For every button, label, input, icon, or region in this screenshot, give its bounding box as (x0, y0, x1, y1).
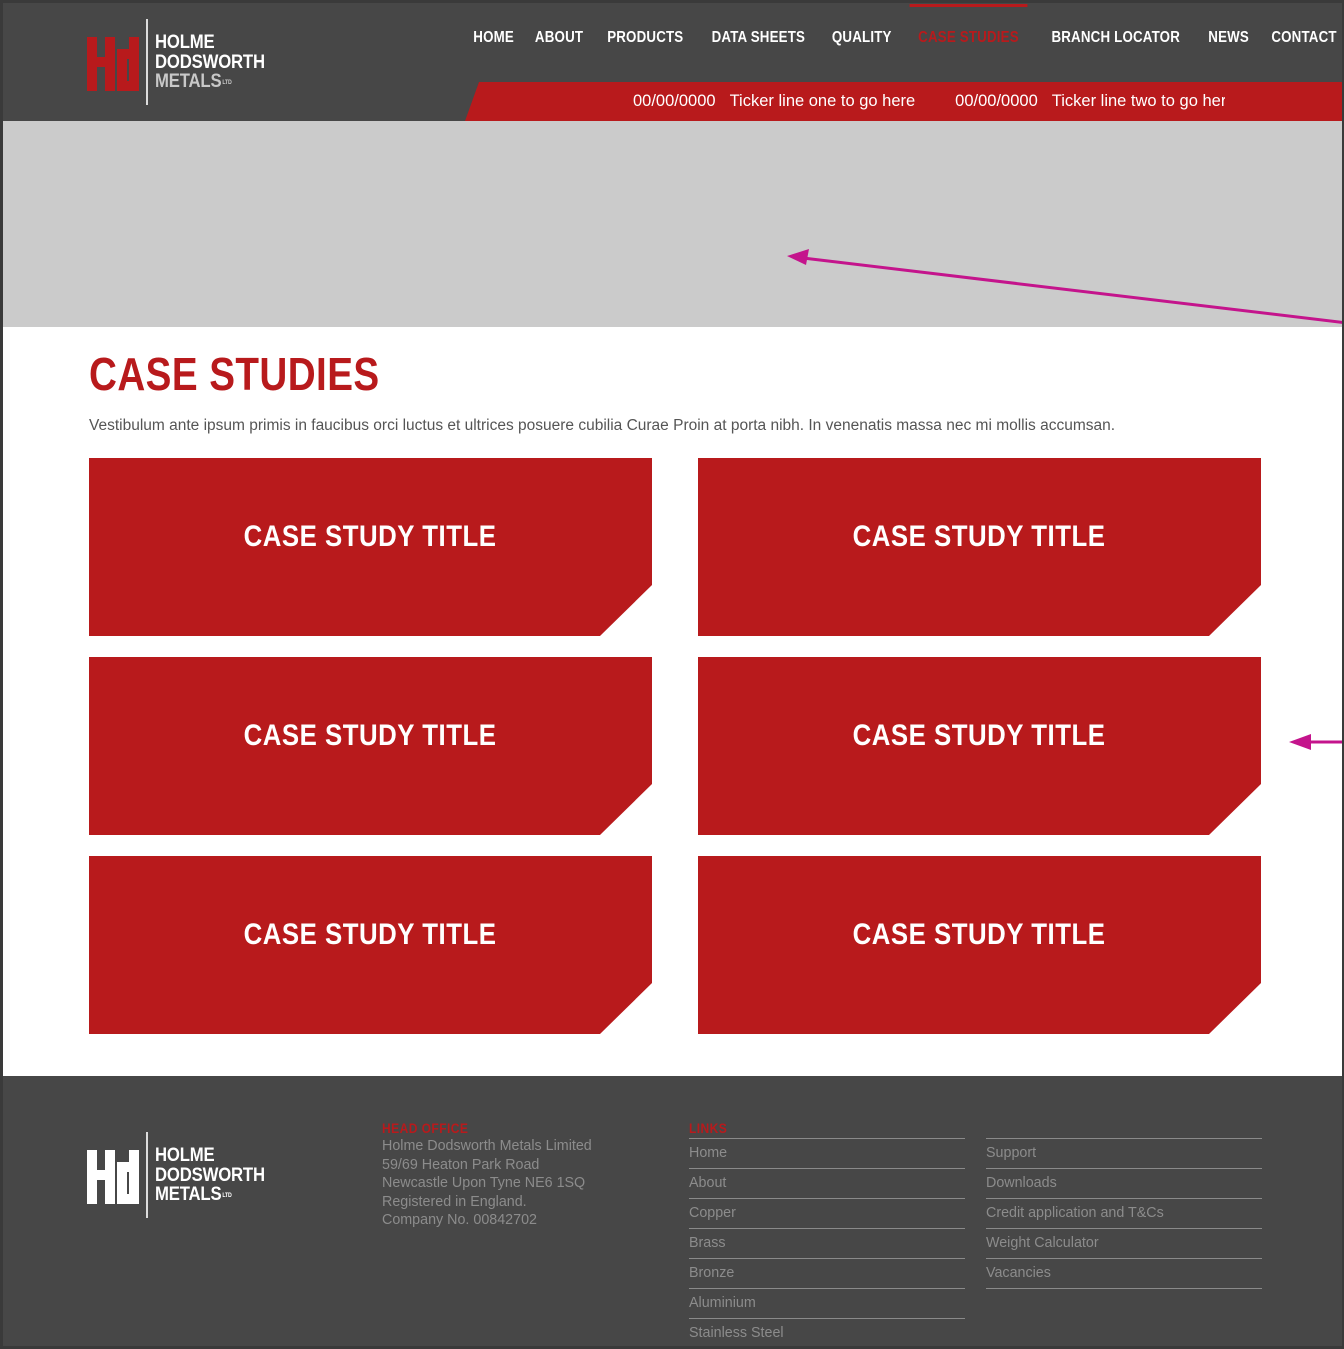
address-line: Company No. 00842702 (382, 1212, 537, 1228)
logo-line-holme: HOLME (155, 1145, 215, 1166)
logo-line-metals: METALS (155, 71, 222, 92)
case-study-card[interactable]: CASE STUDY TITLE (698, 458, 1261, 636)
footer-link-item: Weight Calculator (986, 1229, 1262, 1259)
ticker-date: 00/00/0000 (955, 92, 1038, 110)
footer-link-item: Aluminium (689, 1289, 965, 1319)
address-line: 59/69 Heaton Park Road (382, 1156, 540, 1173)
ticker-text: Ticker line one to go here (729, 92, 916, 110)
footer-link-credit-application[interactable]: Credit application and T&Cs (986, 1205, 1164, 1221)
case-study-card[interactable]: CASE STUDY TITLE (89, 458, 652, 636)
footer-link-copper[interactable]: Copper (689, 1205, 736, 1221)
logo-divider (146, 19, 148, 105)
footer-link-item: Copper (689, 1199, 965, 1229)
ticker-item[interactable]: 00/00/0000 Ticker line one to go here (633, 92, 915, 111)
logo-line-dodsworth: DODSWORTH (155, 51, 265, 73)
intro-paragraph: Vestibulum ante ipsum primis in faucibus… (89, 417, 1116, 434)
head-office-address: Holme Dodsworth Metals Limited 59/69 Hea… (382, 1137, 592, 1230)
logo-wordmark: HOLME DODSWORTH METALSLTD (155, 1146, 265, 1205)
logo-line-metals: METALS (155, 1184, 222, 1205)
hero-banner (3, 121, 1342, 327)
nav-quality[interactable]: QUALITY (823, 29, 900, 55)
case-study-title: CASE STUDY TITLE (244, 918, 497, 951)
footer-link-weight-calculator[interactable]: Weight Calculator (986, 1235, 1099, 1251)
footer-link-item: Support (986, 1139, 1262, 1169)
footer-logo[interactable]: HOLME DODSWORTH METALSLTD (87, 1132, 287, 1220)
nav-news[interactable]: NEWS (1199, 29, 1257, 55)
annotation-arrow-cards (1289, 734, 1342, 750)
footer-link-aluminium[interactable]: Aluminium (689, 1295, 756, 1311)
logo-wordmark: HOLME DODSWORTH METALSLTD (155, 33, 265, 92)
site-footer: HOLME DODSWORTH METALSLTD HEAD OFFICE Ho… (3, 1076, 1342, 1346)
nav-contact[interactable]: CONTACT (1263, 29, 1342, 55)
footer-link-item: Stainless Steel (689, 1319, 965, 1346)
footer-links-col2: Support Downloads Credit application and… (986, 1139, 1262, 1289)
footer-link-downloads[interactable]: Downloads (986, 1175, 1057, 1191)
address-line: Holme Dodsworth Metals Limited (382, 1138, 592, 1154)
logo-divider (146, 1132, 148, 1218)
page-title: CASE STUDIES (89, 348, 380, 400)
footer-link-bronze[interactable]: Bronze (689, 1265, 734, 1281)
logo-ltd: LTD (222, 1193, 232, 1199)
links-heading: LINKS (689, 1120, 728, 1136)
footer-link-item: Vacancies (986, 1259, 1262, 1289)
address-line: Registered in England. (382, 1193, 527, 1210)
footer-links-col1: Home About Copper Brass Bronze Aluminium… (689, 1139, 965, 1346)
case-study-card[interactable]: CASE STUDY TITLE (698, 657, 1261, 835)
nav-products[interactable]: PRODUCTS (599, 29, 692, 55)
head-office-heading: HEAD OFFICE (382, 1120, 469, 1136)
case-study-title: CASE STUDY TITLE (853, 918, 1106, 951)
footer-link-item: Brass (689, 1229, 965, 1259)
case-study-card[interactable]: CASE STUDY TITLE (698, 856, 1261, 1034)
header-logo[interactable]: HOLME DODSWORTH METALSLTD (87, 19, 287, 107)
footer-link-brass[interactable]: Brass (689, 1235, 726, 1251)
case-study-card[interactable]: CASE STUDY TITLE (89, 657, 652, 835)
ticker-track: 00/00/0000 Ticker line one to go here 00… (633, 82, 1225, 121)
footer-link-item: Home (689, 1139, 965, 1169)
footer-link-vacancies[interactable]: Vacancies (986, 1265, 1051, 1281)
nav-data-sheets[interactable]: DATA SHEETS (703, 29, 814, 55)
case-study-title: CASE STUDY TITLE (244, 719, 497, 752)
nav-home[interactable]: HOME (465, 29, 523, 55)
main-nav: HOME ABOUT PRODUCTS DATA SHEETS QUALITY … (463, 4, 1342, 55)
nav-case-studies[interactable]: CASE STUDIES (909, 4, 1028, 55)
footer-link-about[interactable]: About (689, 1175, 726, 1191)
nav-branch-locator[interactable]: BRANCH LOCATOR (1043, 29, 1189, 55)
ticker-date: 00/00/0000 (633, 92, 716, 110)
logo-ltd: LTD (222, 80, 232, 86)
case-study-title: CASE STUDY TITLE (853, 520, 1106, 553)
logo-line-holme: HOLME (155, 32, 215, 53)
hd-logo-mark-icon (87, 37, 139, 91)
footer-link-stainless-steel[interactable]: Stainless Steel (689, 1325, 784, 1341)
footer-link-support[interactable]: Support (986, 1145, 1036, 1161)
hd-logo-mark-icon (87, 1150, 139, 1204)
footer-link-item: Downloads (986, 1169, 1262, 1199)
footer-link-item: Bronze (689, 1259, 965, 1289)
case-study-title: CASE STUDY TITLE (853, 719, 1106, 752)
news-ticker: 00/00/0000 Ticker line one to go here 00… (465, 82, 1342, 121)
logo-line-dodsworth: DODSWORTH (155, 1164, 265, 1186)
case-study-card[interactable]: CASE STUDY TITLE (89, 856, 652, 1034)
address-line: Newcastle Upon Tyne NE6 1SQ (382, 1175, 586, 1191)
page-frame: HOLME DODSWORTH METALSLTD HOME ABOUT PRO… (0, 0, 1344, 1349)
site-header: HOLME DODSWORTH METALSLTD HOME ABOUT PRO… (3, 3, 1342, 121)
footer-link-home[interactable]: Home (689, 1145, 727, 1161)
ticker-text: Ticker line two to go her (1051, 92, 1225, 110)
footer-link-item: About (689, 1169, 965, 1199)
nav-about[interactable]: ABOUT (527, 29, 592, 55)
footer-link-item: Credit application and T&Cs (986, 1199, 1262, 1229)
case-study-title: CASE STUDY TITLE (244, 520, 497, 553)
ticker-item[interactable]: 00/00/0000 Ticker line two to go her (955, 92, 1225, 111)
